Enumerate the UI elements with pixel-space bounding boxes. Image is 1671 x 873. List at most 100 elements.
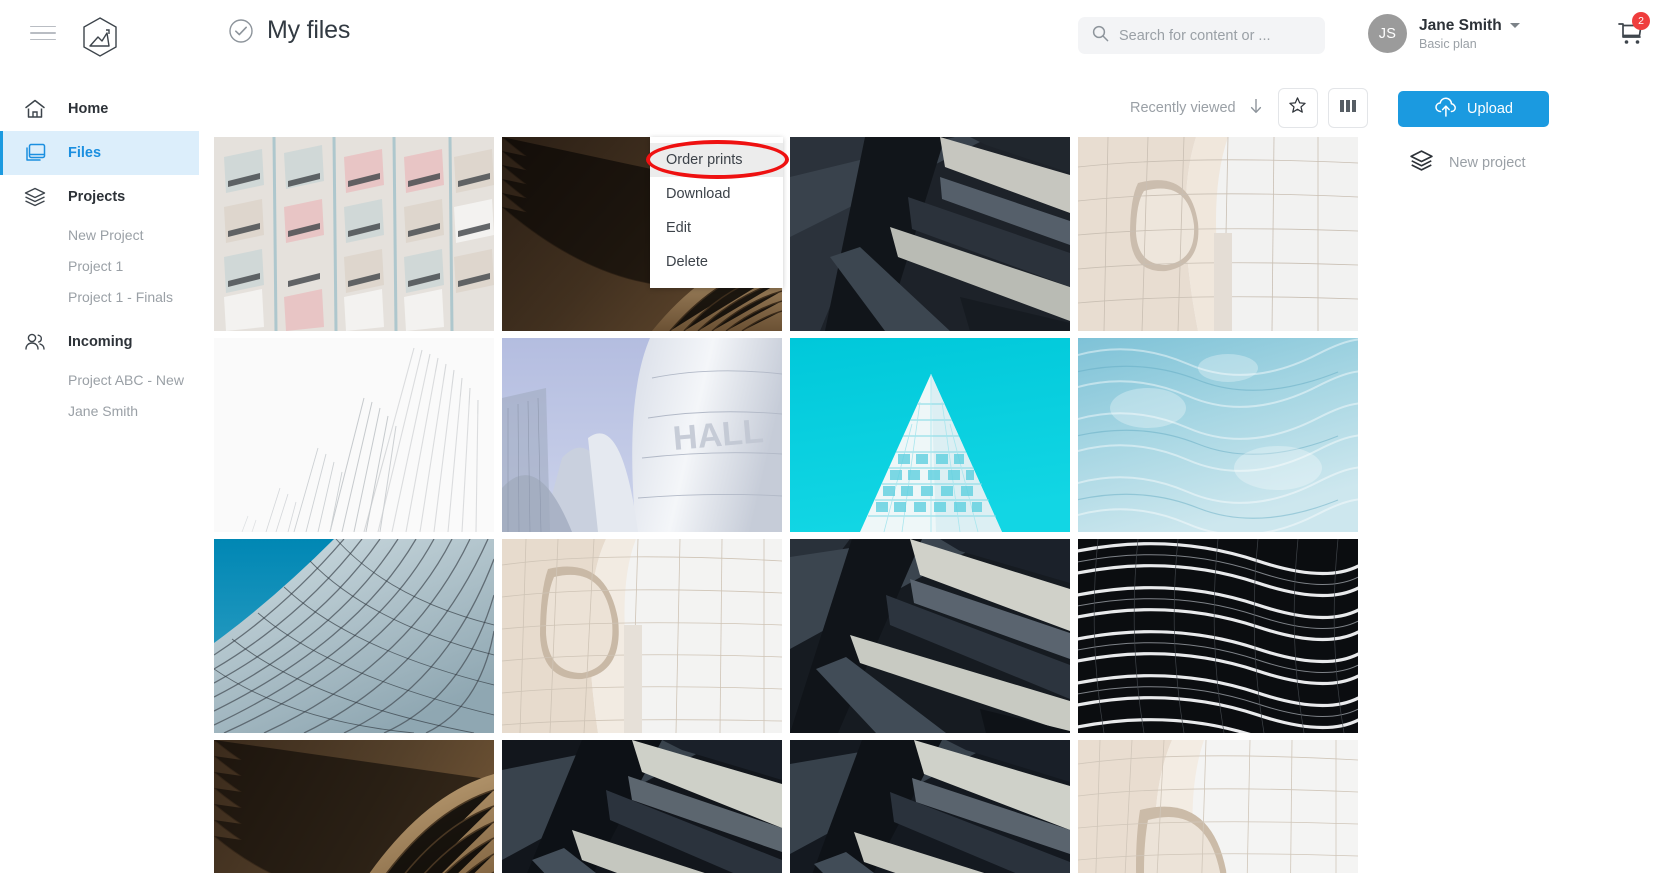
layers-icon	[22, 184, 48, 210]
context-menu-item-label: Edit	[666, 220, 691, 236]
page-title: My files	[267, 16, 351, 44]
account-texts: Jane Smith Basic plan	[1419, 17, 1520, 51]
files-icon	[22, 140, 48, 166]
sidebar-item-incoming[interactable]: Incoming	[0, 320, 199, 364]
context-menu-item-delete[interactable]: Delete	[650, 245, 783, 279]
search-box[interactable]	[1078, 17, 1325, 54]
dark-steel-beams-3	[502, 740, 782, 873]
upload-button-label: Upload	[1467, 101, 1513, 117]
sidebar-item-files[interactable]: Files	[0, 131, 199, 175]
sidebar-item-home[interactable]: Home	[0, 87, 199, 131]
page-title-group: My files	[228, 16, 350, 45]
blue-sky-mesh-facade	[214, 539, 494, 733]
sidebar-subitem-jane-smith[interactable]: Jane Smith	[0, 395, 199, 426]
sidebar-subitem-project-1[interactable]: Project 1	[0, 250, 199, 281]
grid-tile[interactable]	[1078, 338, 1358, 532]
hamburger-line	[30, 32, 56, 34]
content-toolbar: Recently viewed	[1130, 88, 1368, 128]
sidebar-subitem-label: Project 1 - Finals	[68, 288, 174, 305]
account-name-row: Jane Smith	[1419, 17, 1520, 35]
white-curved-facade-window	[1078, 137, 1358, 331]
check-circle-icon	[228, 18, 254, 44]
account-menu[interactable]: JS Jane Smith Basic plan	[1368, 14, 1520, 53]
grid-tile[interactable]	[790, 740, 1070, 873]
app-logo-hexagon-icon[interactable]	[80, 16, 120, 58]
grid-tile[interactable]	[502, 740, 782, 873]
cloud-upload-icon	[1434, 96, 1458, 122]
context-menu: Order prints Download Edit Delete	[650, 137, 783, 288]
grid-tile[interactable]	[214, 338, 494, 532]
dark-brown-wood-ceiling-2	[214, 740, 494, 873]
hamburger-line	[30, 38, 56, 41]
avatar: JS	[1368, 14, 1407, 53]
metallic-concert-hall: HALL	[502, 338, 782, 532]
shopping-cart-icon[interactable]: 2	[1613, 12, 1650, 53]
cyan-sky-tower-corner	[790, 338, 1070, 532]
search-input[interactable]	[1119, 27, 1311, 44]
new-project-button[interactable]: New project	[1409, 148, 1526, 178]
people-icon	[22, 329, 48, 355]
pastel-facade-windows	[214, 137, 494, 331]
grid-tile[interactable]	[1078, 137, 1358, 331]
sidebar-item-projects[interactable]: Projects	[0, 175, 199, 219]
search-icon	[1092, 25, 1119, 47]
grid-tile[interactable]	[214, 137, 494, 331]
top-bar: My files JS Jane Smith Basic plan	[0, 0, 1671, 71]
grid-tile[interactable]: HALL	[502, 338, 782, 532]
sidebar-subitem-label: Project 1	[68, 257, 124, 274]
sidebar-item-label: Files	[68, 145, 102, 161]
grid-tile[interactable]	[1078, 740, 1358, 873]
context-menu-item-edit[interactable]: Edit	[650, 211, 783, 245]
sidebar-item-label: Home	[68, 101, 109, 117]
dark-steel-beams-2	[790, 539, 1070, 733]
app-root: My files JS Jane Smith Basic plan	[0, 0, 1671, 873]
upload-button[interactable]: Upload	[1398, 91, 1549, 127]
star-icon	[1288, 96, 1307, 120]
white-spiked-oculus	[214, 338, 494, 532]
account-name: Jane Smith	[1419, 16, 1502, 34]
sidebar-subitem-label: Jane Smith	[68, 402, 139, 419]
grid-tile[interactable]	[790, 137, 1070, 331]
favorites-button[interactable]	[1277, 88, 1318, 128]
grid-tile[interactable]	[214, 740, 494, 873]
sidebar-subitem-label: New Project	[68, 226, 144, 243]
sidebar-subitem-project-abc-new[interactable]: Project ABC - New	[0, 364, 199, 395]
hamburger-menu-icon[interactable]	[30, 22, 56, 44]
sidebar-item-label: Projects	[68, 189, 126, 205]
file-grid: HALL	[214, 137, 1358, 873]
context-menu-item-label: Download	[666, 186, 731, 202]
context-menu-item-label: Order prints	[666, 152, 743, 168]
sort-label: Recently viewed	[1130, 100, 1236, 116]
grid-tile[interactable]	[214, 539, 494, 733]
sidebar-subitem-label: Project ABC - New	[68, 371, 184, 388]
home-icon	[22, 96, 48, 122]
grid-tile[interactable]	[1078, 539, 1358, 733]
aqua-water-texture	[1078, 338, 1358, 532]
sidebar-subitem-project-1-finals[interactable]: Project 1 - Finals	[0, 281, 199, 312]
context-menu-item-download[interactable]: Download	[650, 177, 783, 211]
grid-tile[interactable]	[790, 338, 1070, 532]
layout-view-button[interactable]	[1327, 88, 1368, 128]
cart-badge: 2	[1632, 12, 1650, 30]
columns-view-icon	[1339, 98, 1357, 119]
dark-steel-beams-4	[790, 740, 1070, 873]
context-menu-item-order-prints[interactable]: Order prints	[650, 143, 783, 177]
sidebar-subitem-new-project[interactable]: New Project	[0, 219, 199, 250]
layers-icon	[1409, 148, 1434, 178]
grid-tile[interactable]	[502, 539, 782, 733]
beige-curved-facade	[502, 539, 782, 733]
chevron-down-icon[interactable]	[1509, 23, 1520, 28]
account-plan: Basic plan	[1419, 36, 1477, 51]
hamburger-line	[30, 25, 56, 28]
sidebar: Home Files Projects New Project Project …	[0, 71, 199, 873]
sort-dropdown[interactable]: Recently viewed	[1130, 96, 1268, 121]
arrow-down-icon	[1248, 96, 1264, 121]
sidebar-item-label: Incoming	[68, 334, 133, 350]
dark-steel-beams	[790, 137, 1070, 331]
grid-tile[interactable]	[790, 539, 1070, 733]
new-project-label: New project	[1449, 155, 1526, 171]
svg-text:HALL: HALL	[671, 412, 765, 458]
white-curved-facade-window-2	[1078, 740, 1358, 873]
context-menu-item-label: Delete	[666, 254, 708, 270]
black-white-striped-facade	[1078, 539, 1358, 733]
